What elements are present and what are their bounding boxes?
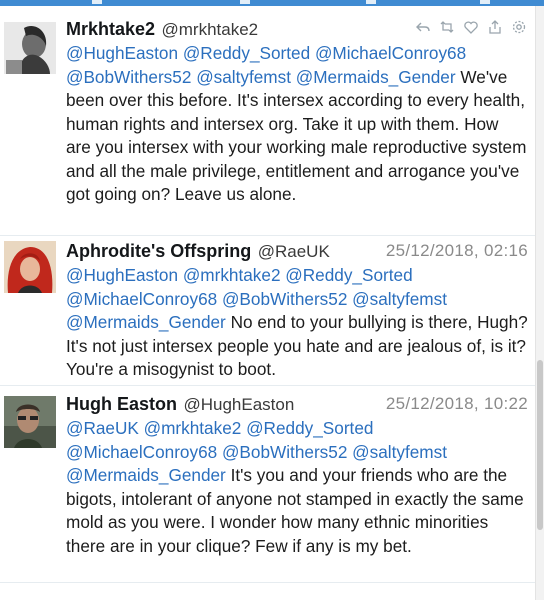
gear-icon[interactable] bbox=[510, 18, 528, 36]
toolbar-nub bbox=[240, 0, 250, 4]
tweet-content: Aphrodite's Offspring @RaeUK 25/12/2018,… bbox=[66, 238, 528, 382]
tweet-header: Hugh Easton @HughEaston 25/12/2018, 10:2… bbox=[66, 391, 528, 417]
mention-link[interactable]: @RaeUK bbox=[66, 418, 139, 438]
mention-link[interactable]: @mrkhtake2 bbox=[144, 418, 242, 438]
avatar[interactable] bbox=[4, 396, 56, 448]
mention-link[interactable]: @HughEaston bbox=[66, 265, 178, 285]
toolbar-nub bbox=[366, 0, 376, 4]
tweet-header: Mrkhtake2 @mrkhtake2 bbox=[66, 16, 528, 42]
mention-link[interactable]: @saltyfemst bbox=[352, 442, 447, 462]
timestamp[interactable]: 25/12/2018, 02:16 bbox=[386, 238, 528, 264]
tweet-actions bbox=[414, 18, 528, 38]
mention-link[interactable]: @HughEaston bbox=[66, 43, 178, 63]
timestamp[interactable]: 25/12/2018, 10:22 bbox=[386, 391, 528, 417]
tweet[interactable]: Hugh Easton @HughEaston 25/12/2018, 10:2… bbox=[0, 386, 536, 583]
mention-link[interactable]: @mrkhtake2 bbox=[183, 265, 281, 285]
avatar[interactable] bbox=[4, 22, 56, 74]
tweet-text: @HughEaston @Reddy_Sorted @MichaelConroy… bbox=[66, 42, 528, 207]
avatar-image bbox=[4, 241, 56, 293]
mention-link[interactable]: @Mermaids_Gender bbox=[66, 465, 226, 485]
avatar-image bbox=[4, 22, 56, 74]
tweet-content: Hugh Easton @HughEaston 25/12/2018, 10:2… bbox=[66, 391, 528, 558]
share-icon[interactable] bbox=[486, 18, 504, 36]
mention-link[interactable]: @saltyfemst bbox=[352, 289, 447, 309]
mention-link[interactable]: @BobWithers52 bbox=[66, 67, 191, 87]
top-toolbar-strip bbox=[0, 0, 544, 6]
display-name[interactable]: Hugh Easton bbox=[66, 394, 177, 414]
user-handle[interactable]: @RaeUK bbox=[258, 242, 330, 261]
toolbar-nub bbox=[92, 0, 102, 4]
tweet-message: We've been over this before. It's inters… bbox=[66, 66, 527, 205]
tweet-content: Mrkhtake2 @mrkhtake2 @HughEaston @Reddy_… bbox=[66, 16, 528, 207]
display-name[interactable]: Mrkhtake2 bbox=[66, 19, 155, 39]
mention-link[interactable]: @BobWithers52 bbox=[222, 289, 347, 309]
mention-link[interactable]: @Reddy_Sorted bbox=[246, 418, 373, 438]
display-name[interactable]: Aphrodite's Offspring bbox=[66, 241, 251, 261]
avatar-image bbox=[4, 396, 56, 448]
tweet-text: @HughEaston @mrkhtake2 @Reddy_Sorted @Mi… bbox=[66, 264, 528, 382]
mention-link[interactable]: @MichaelConroy68 bbox=[66, 289, 217, 309]
retweet-icon[interactable] bbox=[438, 18, 456, 36]
mention-link[interactable]: @Mermaids_Gender bbox=[66, 312, 226, 332]
reply-icon[interactable] bbox=[414, 18, 432, 36]
tweet[interactable]: Mrkhtake2 @mrkhtake2 @HughEaston @Reddy_… bbox=[0, 10, 536, 236]
tweet[interactable]: Aphrodite's Offspring @RaeUK 25/12/2018,… bbox=[0, 235, 536, 386]
scrollbar-thumb[interactable] bbox=[537, 360, 543, 530]
tweet-header: Aphrodite's Offspring @RaeUK 25/12/2018,… bbox=[66, 238, 528, 264]
like-icon[interactable] bbox=[462, 18, 480, 36]
user-handle[interactable]: @HughEaston bbox=[183, 395, 294, 414]
mention-link[interactable]: @MichaelConroy68 bbox=[66, 442, 217, 462]
mention-link[interactable]: @Mermaids_Gender bbox=[296, 67, 456, 87]
mention-link[interactable]: @Reddy_Sorted bbox=[285, 265, 412, 285]
mention-link[interactable]: @BobWithers52 bbox=[222, 442, 347, 462]
user-handle[interactable]: @mrkhtake2 bbox=[162, 20, 259, 39]
tweet-text: @RaeUK @mrkhtake2 @Reddy_Sorted @Michael… bbox=[66, 417, 528, 558]
mention-link[interactable]: @MichaelConroy68 bbox=[315, 43, 466, 63]
mention-link[interactable]: @saltyfemst bbox=[196, 67, 291, 87]
avatar[interactable] bbox=[4, 241, 56, 293]
toolbar-nub bbox=[480, 0, 490, 4]
mention-link[interactable]: @Reddy_Sorted bbox=[183, 43, 310, 63]
